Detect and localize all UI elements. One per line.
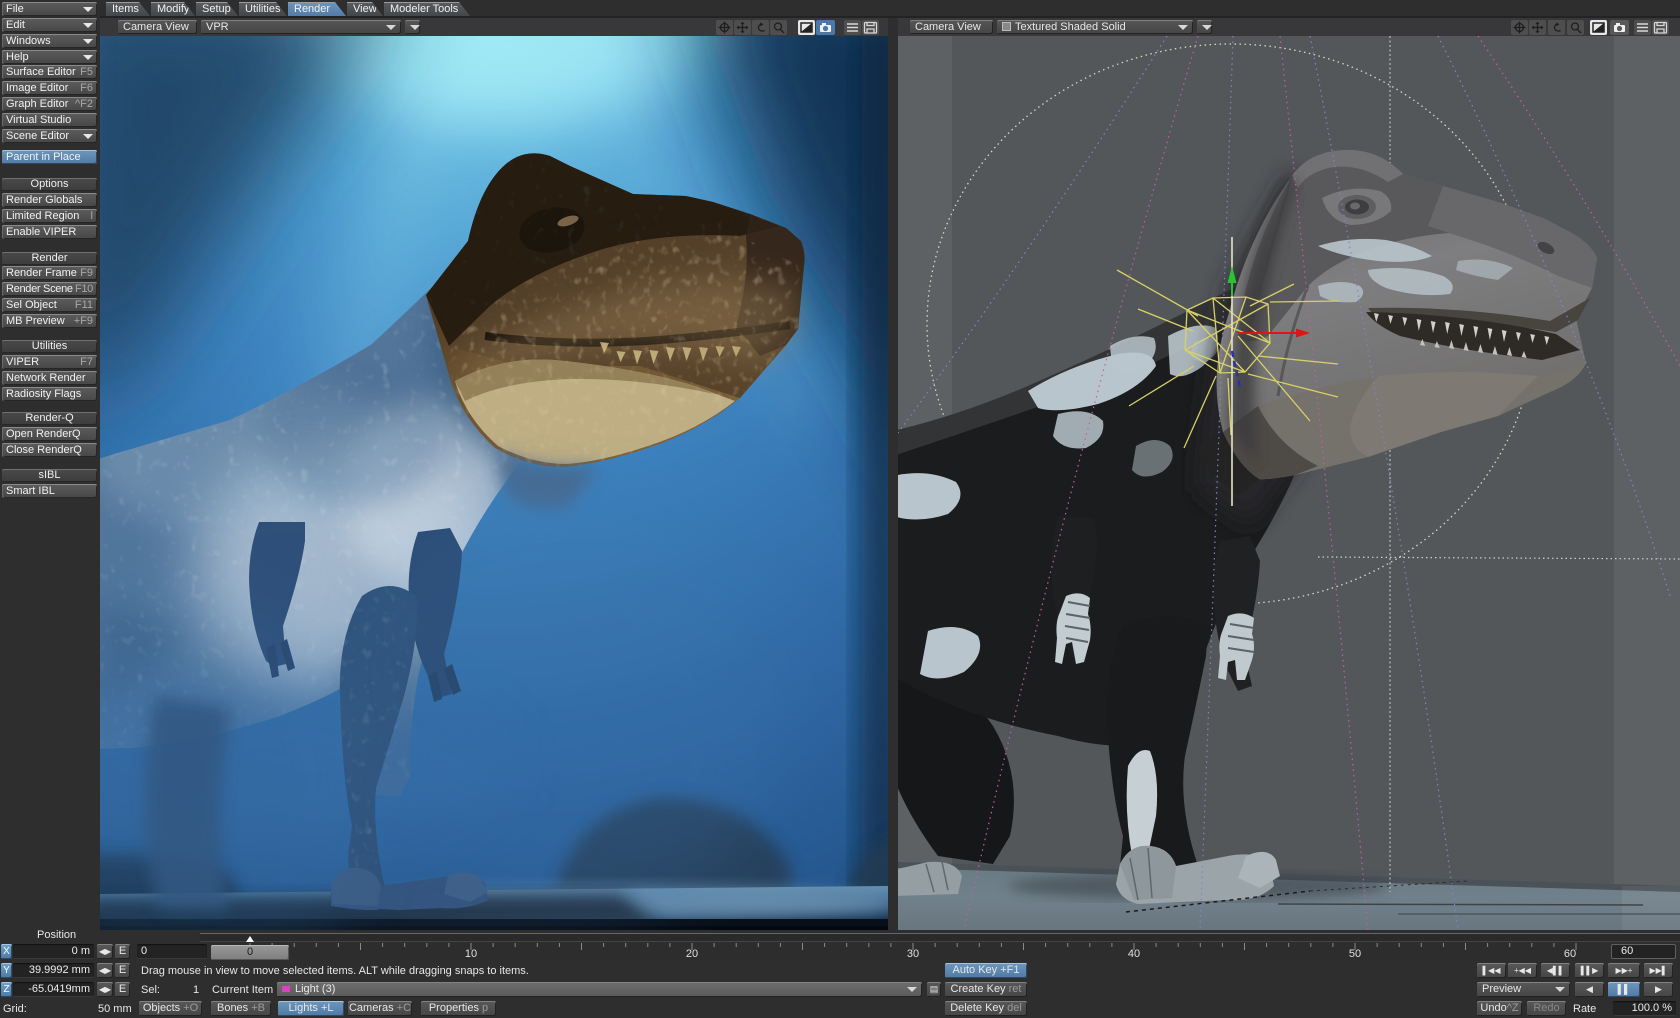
svg-text:60: 60 (1564, 948, 1576, 960)
svg-text:10: 10 (465, 948, 477, 960)
svg-text:20: 20 (686, 948, 698, 960)
svg-text:50: 50 (1349, 948, 1361, 960)
svg-text:40: 40 (1128, 948, 1140, 960)
svg-text:30: 30 (907, 948, 919, 960)
